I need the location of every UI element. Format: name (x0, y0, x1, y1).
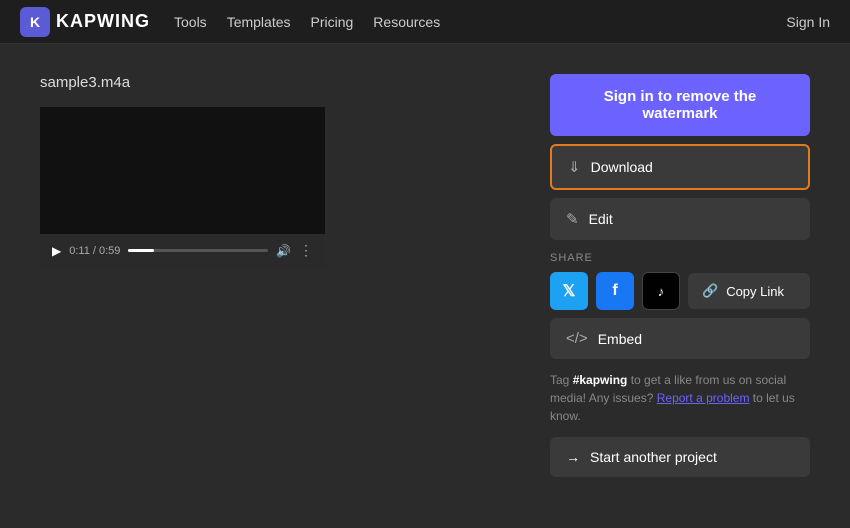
project-title: sample3.m4a (40, 74, 510, 91)
main-content: sample3.m4a ▶ 0:11 / 0:59 🔊 ⋮ Sign in to… (0, 44, 850, 507)
media-player: ▶ 0:11 / 0:59 🔊 ⋮ (40, 107, 325, 267)
logo-text: KAPWING (56, 11, 150, 32)
link-icon: 🔗 (702, 283, 718, 299)
nav-templates[interactable]: Templates (227, 14, 291, 30)
logo[interactable]: K KAPWING (20, 7, 150, 37)
play-button[interactable]: ▶ (52, 244, 61, 258)
twitter-icon: 𝕏 (563, 281, 576, 301)
edit-button[interactable]: ✎ Edit (550, 198, 810, 240)
watermark-button[interactable]: Sign in to remove the watermark (550, 74, 810, 136)
nav-resources[interactable]: Resources (373, 14, 440, 30)
navbar: K KAPWING Tools Templates Pricing Resour… (0, 0, 850, 44)
nav-links: Tools Templates Pricing Resources (174, 14, 440, 30)
progress-fill (128, 249, 153, 252)
signin-link[interactable]: Sign In (786, 14, 830, 30)
embed-icon: </> (566, 330, 588, 347)
facebook-icon: f (612, 282, 617, 300)
progress-bar[interactable] (128, 249, 268, 252)
edit-icon: ✎ (566, 210, 579, 228)
arrow-icon: → (566, 449, 580, 465)
nav-pricing[interactable]: Pricing (311, 14, 354, 30)
volume-icon[interactable]: 🔊 (276, 244, 291, 258)
more-options-icon[interactable]: ⋮ (299, 242, 313, 259)
twitter-button[interactable]: 𝕏 (550, 272, 588, 310)
new-project-button[interactable]: → Start another project (550, 437, 810, 477)
media-controls: ▶ 0:11 / 0:59 🔊 ⋮ (40, 234, 325, 267)
download-button[interactable]: ⇓ Download (550, 144, 810, 190)
share-row: 𝕏 f ♪ 🔗 Copy Link (550, 272, 810, 310)
right-panel: Sign in to remove the watermark ⇓ Downlo… (550, 74, 810, 477)
tiktok-button[interactable]: ♪ (642, 272, 680, 310)
tag-before: Tag (550, 373, 573, 387)
time-display: 0:11 / 0:59 (69, 245, 120, 257)
tag-description: Tag #kapwing to get a like from us on so… (550, 371, 810, 425)
embed-button[interactable]: </> Embed (550, 318, 810, 359)
copy-link-button[interactable]: 🔗 Copy Link (688, 273, 810, 309)
report-problem-link[interactable]: Report a problem (657, 391, 750, 405)
nav-tools[interactable]: Tools (174, 14, 207, 30)
left-panel: sample3.m4a ▶ 0:11 / 0:59 🔊 ⋮ (40, 74, 510, 477)
share-label: SHARE (550, 252, 810, 264)
logo-icon: K (20, 7, 50, 37)
facebook-button[interactable]: f (596, 272, 634, 310)
download-icon: ⇓ (568, 158, 581, 176)
media-display-area (40, 107, 325, 234)
tag-hashtag: #kapwing (573, 373, 628, 387)
tiktok-icon: ♪ (658, 284, 665, 299)
